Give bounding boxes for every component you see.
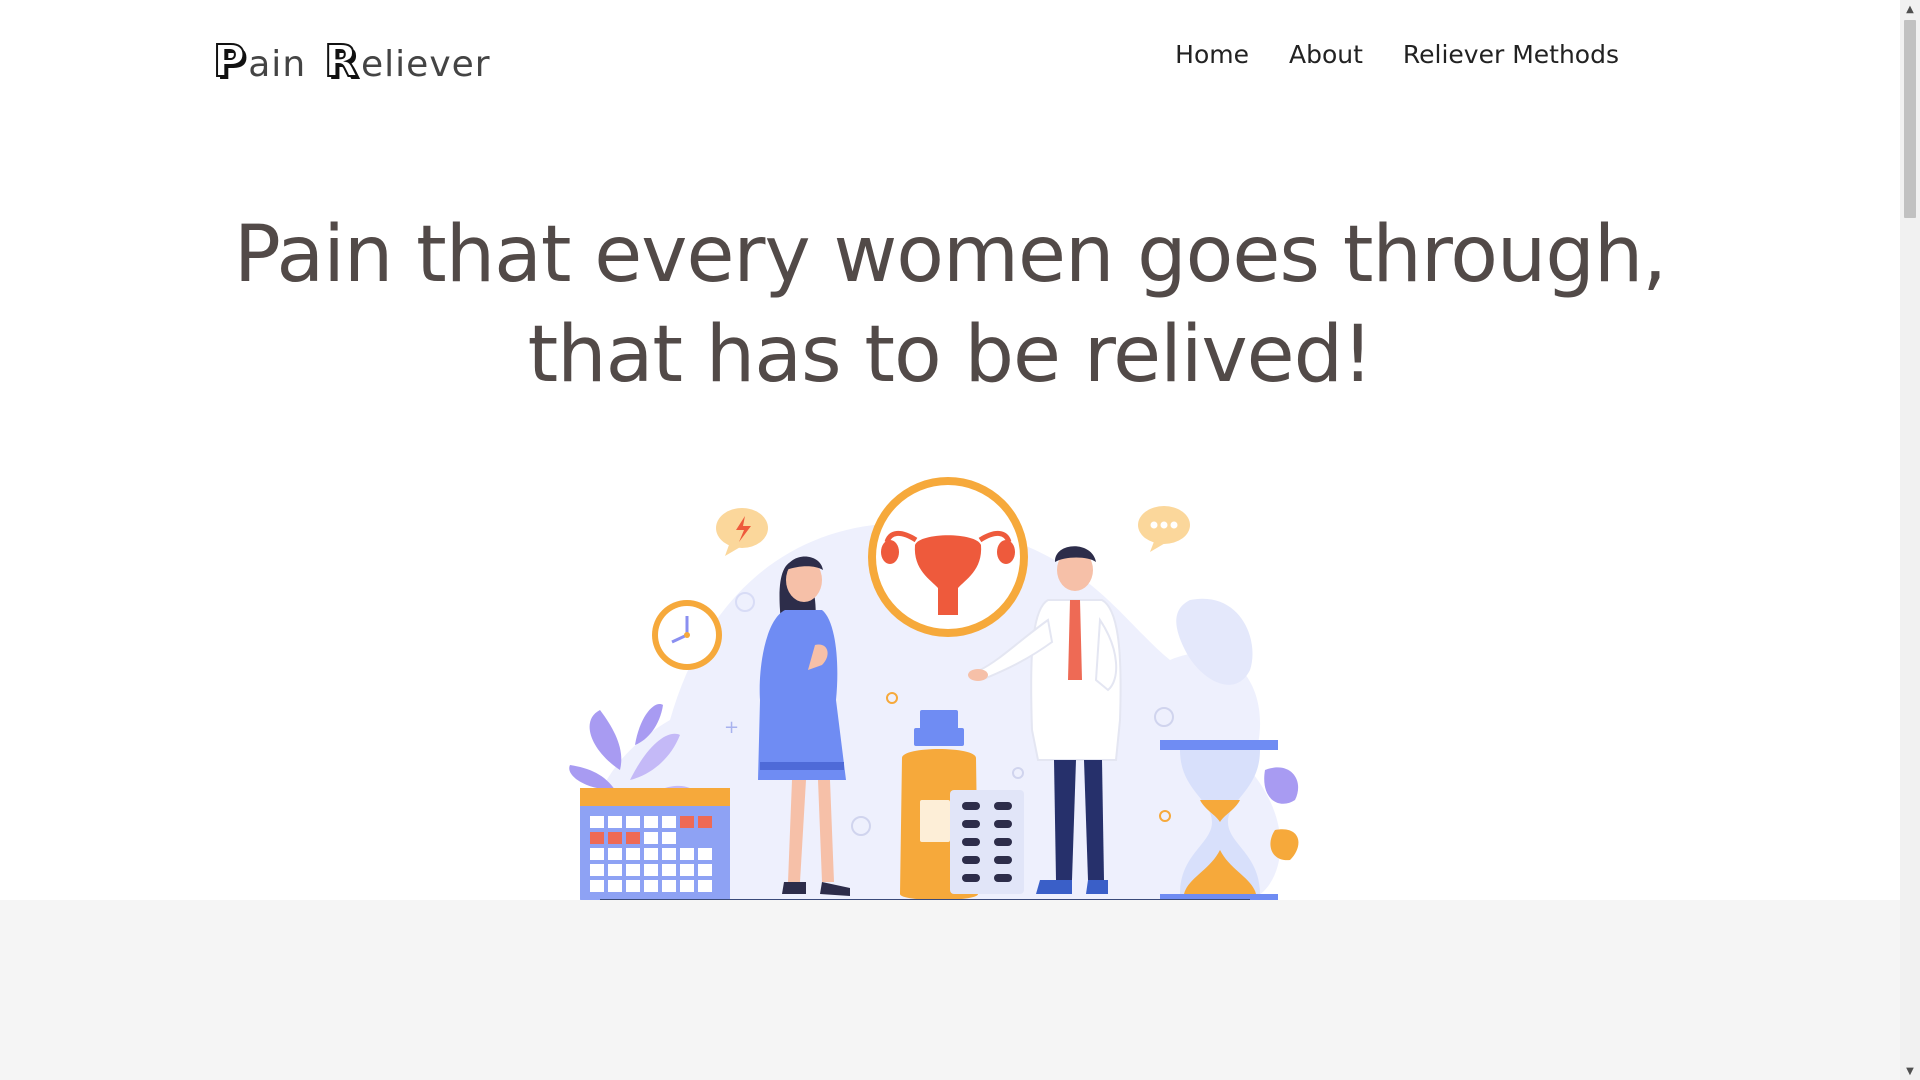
lightning-speech-bubble-icon [716, 508, 768, 556]
scrollbar-thumb[interactable] [1904, 20, 1916, 218]
clock-icon [652, 600, 722, 670]
hero-heading: Pain that every women goes through, that… [0, 205, 1900, 405]
logo-text-ain: ain [248, 43, 307, 85]
vertical-scrollbar[interactable]: ▲ ▼ [1900, 0, 1920, 1080]
svg-text:+: + [724, 717, 739, 738]
main-nav: Home About Reliever Methods [1175, 40, 1619, 69]
calendar-icon [580, 788, 730, 902]
next-section-band [0, 900, 1900, 1080]
nav-home-link[interactable]: Home [1175, 40, 1249, 69]
page: P ain R eliever Home About Reliever Meth… [0, 0, 1900, 1080]
scroll-up-arrow-icon[interactable]: ▲ [1900, 0, 1920, 18]
scroll-down-arrow-icon[interactable]: ▼ [1900, 1062, 1920, 1080]
hero-illustration: + + [569, 477, 1299, 902]
hero-heading-line-2: that has to be relived! [527, 310, 1374, 400]
nav-about-link[interactable]: About [1289, 40, 1363, 69]
hero-heading-line-1: Pain that every women goes through, [233, 210, 1667, 300]
uterus-icon [868, 477, 1028, 637]
logo-initial-p: P [212, 35, 247, 88]
pill-blister-icon [950, 790, 1024, 894]
logo-word-pain: P ain [212, 35, 307, 88]
nav-reliever-methods-link[interactable]: Reliever Methods [1403, 40, 1619, 69]
ellipsis-speech-bubble-icon [1138, 506, 1190, 552]
logo-initial-r: R [323, 35, 360, 88]
logo-text-eliever: eliever [361, 43, 491, 85]
logo-word-reliever: R eliever [323, 35, 491, 88]
brand-logo[interactable]: P ain R eliever [212, 35, 491, 88]
